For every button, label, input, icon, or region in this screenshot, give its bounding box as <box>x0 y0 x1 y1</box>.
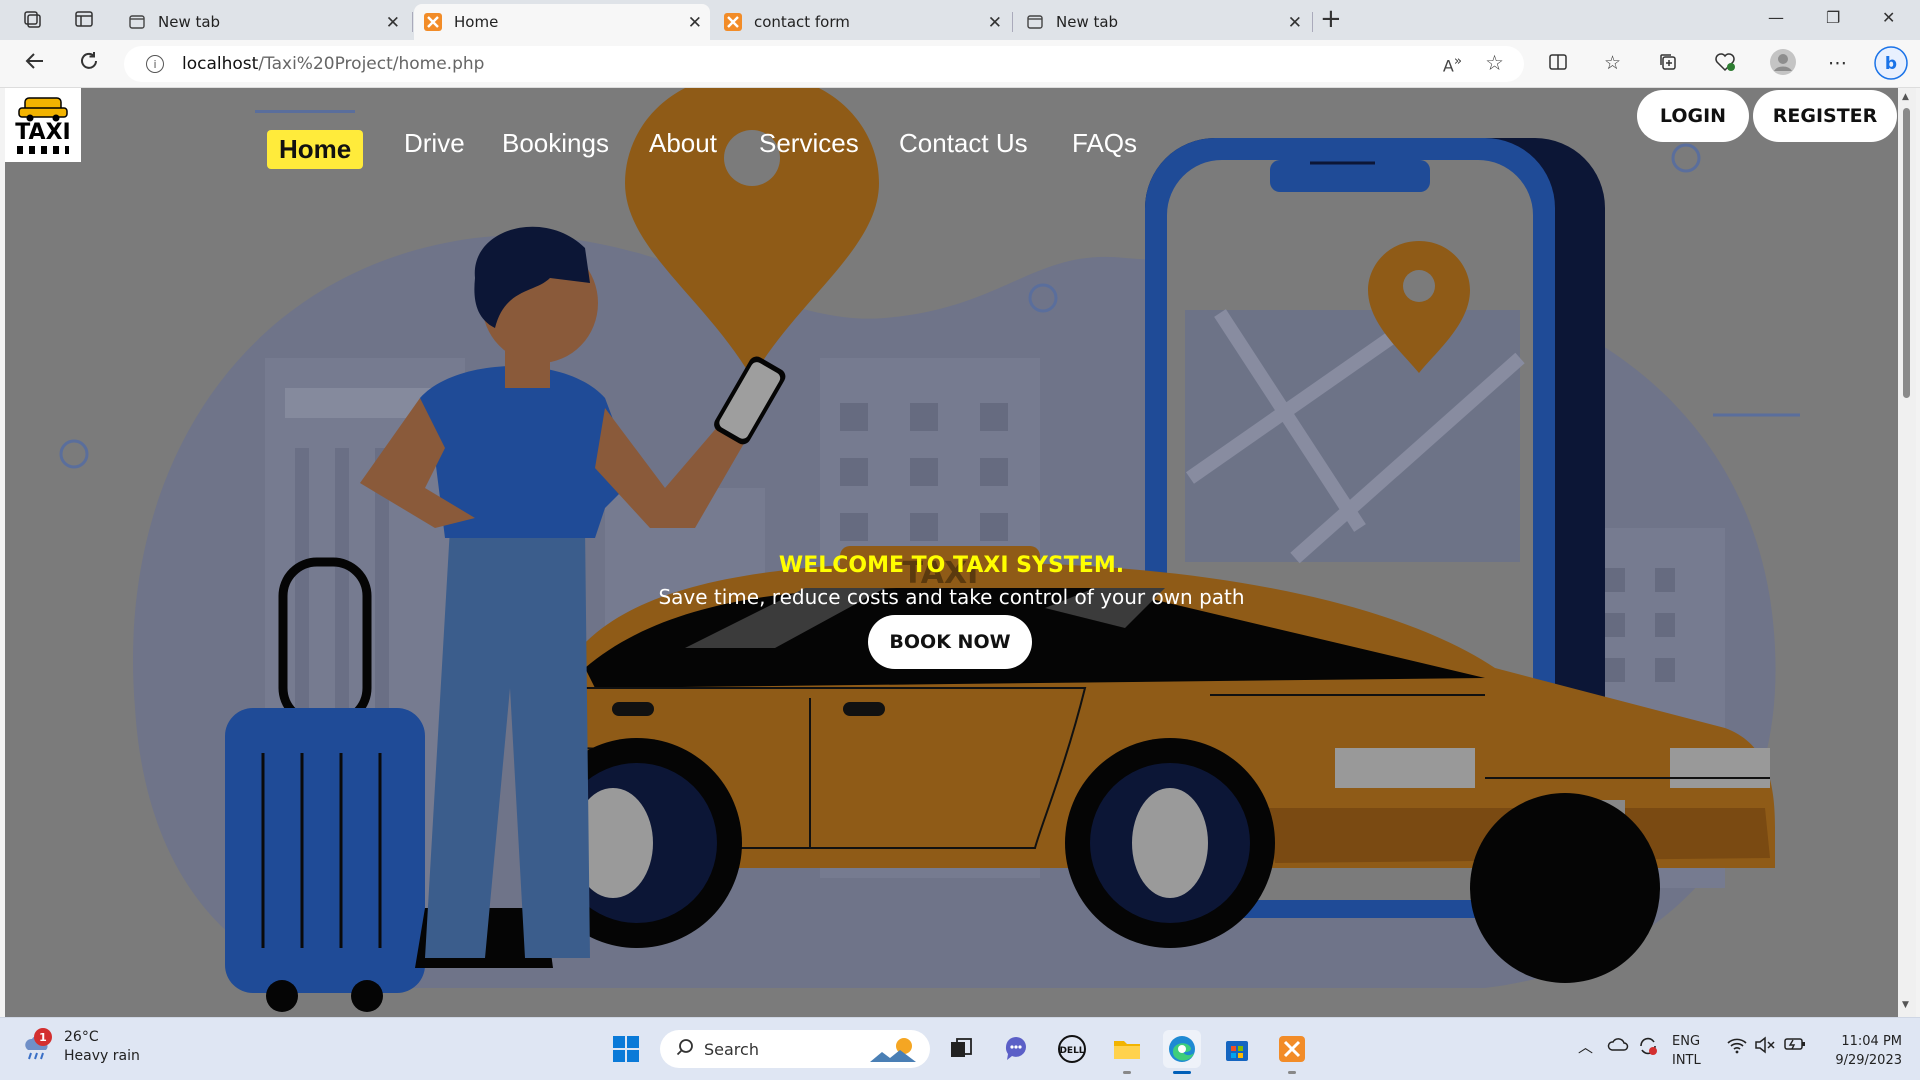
back-arrow-icon[interactable] <box>24 50 46 77</box>
nav-link-home[interactable]: Home <box>267 130 364 169</box>
logo-text: TAXI <box>15 120 71 145</box>
tab-separator <box>1312 12 1313 32</box>
page-viewport: TAXI Home Drive Bookings About Services … <box>5 88 1898 1017</box>
tab-actions-icon[interactable] <box>74 9 94 33</box>
url-host: localhost <box>182 54 259 74</box>
close-icon[interactable]: ✕ <box>688 13 702 33</box>
weather-condition: Heavy rain <box>64 1048 140 1064</box>
battery-icon[interactable] <box>1784 1036 1806 1056</box>
tab-separator <box>1012 12 1013 32</box>
nav-link-faqs[interactable]: FAQs <box>1072 128 1137 159</box>
weather-widget[interactable]: 1 26°C Heavy rain <box>22 1028 140 1066</box>
tab-label: New tab <box>1056 13 1119 31</box>
workspaces-icon[interactable] <box>22 9 42 33</box>
nav-link-services[interactable]: Services <box>759 128 859 159</box>
tab-new-tab-1[interactable]: New tab ✕ <box>118 4 408 40</box>
checker-stripe <box>17 146 69 154</box>
chat-icon[interactable] <box>997 1030 1035 1068</box>
weather-temperature: 26°C <box>64 1029 99 1045</box>
favorites-icon[interactable]: ☆ <box>1604 52 1621 74</box>
refresh-icon[interactable] <box>78 50 100 77</box>
system-clock[interactable]: 11:04 PM 9/29/2023 <box>1822 1032 1902 1070</box>
nav-decoration-line <box>255 110 355 113</box>
language-code: ENG <box>1672 1034 1701 1049</box>
tab-label: New tab <box>158 13 221 31</box>
search-highlight-icon <box>868 1036 918 1068</box>
collections-icon[interactable] <box>1658 52 1678 77</box>
weather-alert-badge: 1 <box>34 1028 52 1046</box>
close-window-icon[interactable]: ✕ <box>1882 8 1895 27</box>
task-view-icon[interactable] <box>942 1030 980 1068</box>
input-language[interactable]: ENG INTL <box>1672 1032 1701 1070</box>
page-scrollbar[interactable]: ▲ ▼ <box>1898 88 1916 1017</box>
login-button[interactable]: LOGIN <box>1637 90 1749 142</box>
nav-link-drive[interactable]: Drive <box>404 128 465 159</box>
xampp-icon[interactable] <box>1273 1030 1311 1074</box>
tab-contact-form[interactable]: contact form ✕ <box>714 4 1010 40</box>
new-tab-icon[interactable]: + <box>1320 4 1342 34</box>
clock-time: 11:04 PM <box>1841 1034 1902 1049</box>
tab-label: contact form <box>754 13 850 31</box>
book-now-button[interactable]: BOOK NOW <box>868 615 1032 669</box>
xampp-icon <box>724 13 742 31</box>
taskbar-search[interactable]: Search <box>660 1030 930 1068</box>
page-icon <box>128 13 146 31</box>
scroll-thumb[interactable] <box>1903 108 1910 398</box>
site-info-icon[interactable]: i <box>146 55 164 73</box>
url-path: /Taxi%20Project/home.php <box>258 54 485 74</box>
tab-label: Home <box>454 13 499 31</box>
nav-link-bookings[interactable]: Bookings <box>502 128 609 159</box>
site-logo[interactable]: TAXI <box>5 88 81 162</box>
file-explorer-icon[interactable] <box>1108 1030 1146 1074</box>
close-icon[interactable]: ✕ <box>988 13 1002 33</box>
clock-date: 9/29/2023 <box>1835 1053 1902 1068</box>
search-label: Search <box>704 1039 759 1059</box>
profile-avatar-icon[interactable] <box>1770 49 1796 80</box>
nav-link-about[interactable]: About <box>649 128 717 159</box>
favorite-star-icon[interactable]: ☆ <box>1485 51 1504 75</box>
scroll-up-arrow-icon[interactable]: ▲ <box>1902 92 1909 102</box>
scroll-down-arrow-icon[interactable]: ▼ <box>1902 1000 1909 1010</box>
start-button[interactable] <box>607 1030 645 1068</box>
address-bar[interactable]: i localhost /Taxi%20Project/home.php A» … <box>124 46 1524 82</box>
read-aloud-icon[interactable]: A» <box>1443 54 1462 75</box>
rain-cloud-icon: 1 <box>22 1028 52 1062</box>
svg-text:b: b <box>1885 54 1897 74</box>
volume-muted-icon[interactable] <box>1754 1036 1776 1058</box>
taxi-logo-icon <box>18 97 68 122</box>
onedrive-cloud-icon[interactable] <box>1607 1036 1629 1056</box>
restore-icon[interactable]: ❐ <box>1826 8 1840 27</box>
keyboard-layout: INTL <box>1672 1053 1701 1068</box>
copilot-icon[interactable]: b <box>1874 46 1908 85</box>
windows-taskbar: 1 26°C Heavy rain Search DELL ︿ ENG INTL… <box>0 1017 1920 1080</box>
close-icon[interactable]: ✕ <box>1288 13 1302 33</box>
dell-icon[interactable]: DELL <box>1053 1030 1091 1068</box>
wifi-icon[interactable] <box>1726 1036 1748 1058</box>
edge-browser-icon[interactable] <box>1163 1030 1201 1074</box>
browser-toolbar: i localhost /Taxi%20Project/home.php A» … <box>0 40 1920 88</box>
page-icon <box>1026 13 1044 31</box>
sync-icon[interactable] <box>1637 1036 1659 1060</box>
nav-link-contact-us[interactable]: Contact Us <box>899 128 1028 159</box>
hero-tagline: Save time, reduce costs and take control… <box>658 585 1245 609</box>
minimize-icon[interactable]: — <box>1768 8 1784 27</box>
register-button[interactable]: REGISTER <box>1753 90 1897 142</box>
search-icon <box>676 1038 694 1060</box>
microsoft-store-icon[interactable] <box>1218 1030 1256 1068</box>
tab-new-tab-2[interactable]: New tab ✕ <box>1016 4 1310 40</box>
tab-home[interactable]: Home ✕ <box>414 4 710 40</box>
svg-text:DELL: DELL <box>1059 1046 1084 1056</box>
tab-separator <box>412 12 413 32</box>
browser-titlebar: New tab ✕ Home ✕ contact form ✕ New tab … <box>0 0 1920 40</box>
hero-welcome-heading: WELCOME TO TAXI SYSTEM. <box>778 553 1125 578</box>
close-icon[interactable]: ✕ <box>386 13 400 33</box>
xampp-icon <box>424 13 442 31</box>
show-hidden-icons-chevron-icon[interactable]: ︿ <box>1578 1036 1593 1057</box>
browser-essentials-icon[interactable] <box>1714 52 1736 77</box>
split-screen-icon[interactable] <box>1548 52 1568 77</box>
more-options-icon[interactable]: ⋯ <box>1828 52 1847 74</box>
